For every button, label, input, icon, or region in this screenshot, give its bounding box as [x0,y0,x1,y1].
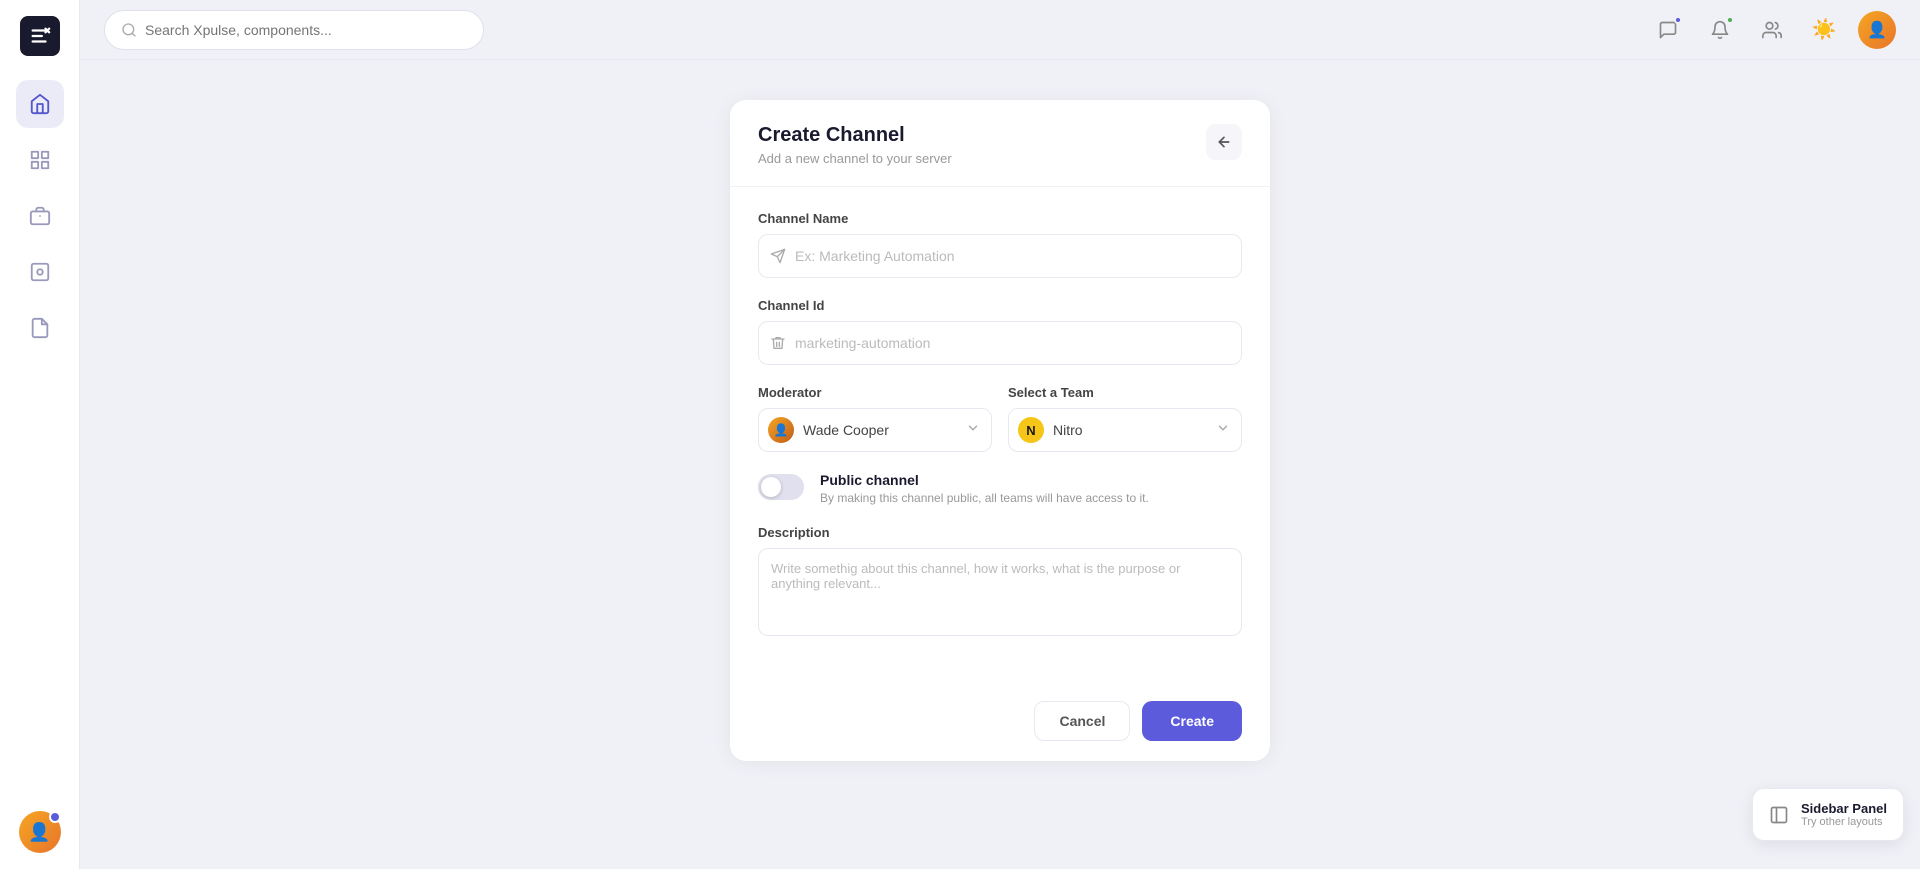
public-channel-title: Public channel [820,472,1149,488]
sidebar-panel-title: Sidebar Panel [1801,801,1887,816]
sidebar-item-card[interactable] [16,248,64,296]
sun-icon: ☀️ [1812,17,1837,42]
moderator-avatar: 👤 [768,417,794,443]
channel-name-input[interactable] [758,234,1242,278]
sidebar-user-avatar[interactable]: 👤 [19,811,61,853]
cancel-button[interactable]: Cancel [1034,701,1130,741]
sidebar-item-dashboard[interactable] [16,80,64,128]
chat-icon-button[interactable] [1650,12,1686,48]
card-footer: Cancel Create [730,685,1270,761]
team-label: Select a Team [1008,385,1242,400]
create-button[interactable]: Create [1142,701,1242,741]
toggle-text: Public channel By making this channel pu… [820,472,1149,505]
search-box[interactable] [104,10,484,50]
topbar-icons: ☀️ 👤 [1650,11,1896,49]
bell-icon-button[interactable] [1702,12,1738,48]
toggle-knob [761,477,781,497]
send-icon [770,248,786,264]
search-input[interactable] [145,22,467,38]
team-avatar: N [1018,417,1044,443]
trash-icon [770,335,786,351]
sidebar-panel-subtitle: Try other layouts [1801,816,1887,828]
theme-toggle-button[interactable]: ☀️ [1806,12,1842,48]
card-body: Channel Name Channel Id [730,187,1270,685]
people-icon [1762,20,1782,40]
sidebar-item-note[interactable] [16,304,64,352]
channel-id-group: Channel Id [758,298,1242,365]
layout-icon [1769,805,1789,825]
arrow-left-icon [1216,134,1232,150]
sidebar-panel-hint[interactable]: Sidebar Panel Try other layouts [1752,788,1904,841]
create-channel-card: Create Channel Add a new channel to your… [730,100,1270,761]
moderator-team-row: Moderator 👤 Wade Cooper [758,385,1242,452]
description-group: Description [758,525,1242,641]
app-logo[interactable] [20,16,60,56]
sidebar: 👤 [0,0,80,869]
topbar-user-avatar[interactable]: 👤 [1858,11,1896,49]
back-button[interactable] [1206,124,1242,160]
channel-id-input[interactable] [758,321,1242,365]
sidebar-avatar-badge [49,811,61,823]
sidebar-item-briefcase[interactable] [16,192,64,240]
channel-id-label: Channel Id [758,298,1242,313]
bell-badge [1726,16,1734,24]
description-textarea[interactable] [758,548,1242,636]
card-title: Create Channel [758,124,952,147]
people-icon-button[interactable] [1754,12,1790,48]
channel-name-label: Channel Name [758,211,1242,226]
sidebar-nav [16,80,64,811]
main-area: ☀️ 👤 Create Channel Add a new channel to… [80,0,1920,869]
public-channel-desc: By making this channel public, all teams… [820,491,1149,505]
public-channel-row: Public channel By making this channel pu… [758,472,1242,505]
chat-badge [1674,16,1682,24]
channel-name-group: Channel Name [758,211,1242,278]
topbar: ☀️ 👤 [80,0,1920,60]
card-header: Create Channel Add a new channel to your… [730,100,1270,187]
moderator-label: Moderator [758,385,992,400]
content-area: Create Channel Add a new channel to your… [80,60,1920,869]
public-channel-toggle[interactable] [758,474,804,500]
moderator-group: Moderator 👤 Wade Cooper [758,385,992,452]
search-icon [121,22,137,38]
sidebar-item-grid[interactable] [16,136,64,184]
description-label: Description [758,525,1242,540]
card-subtitle: Add a new channel to your server [758,151,952,166]
team-group: Select a Team N Nitro [1008,385,1242,452]
